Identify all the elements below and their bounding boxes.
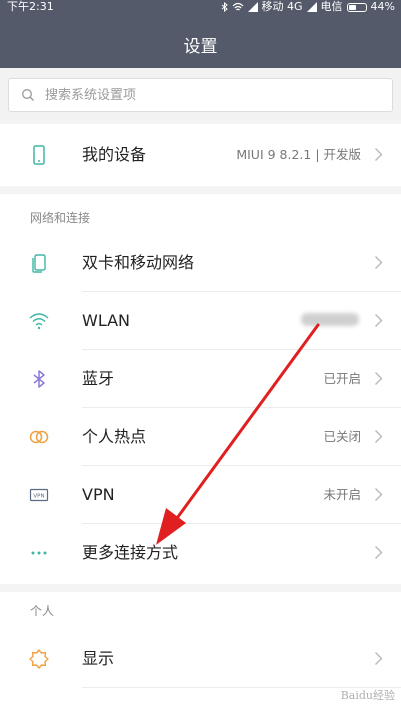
carrier1-label: 移动 4G — [261, 0, 303, 13]
bluetooth-icon — [33, 370, 45, 388]
section-title-network: 网络和连接 — [30, 211, 91, 225]
app-header: 下午2:31 移动 4G 电信 44% 设置 — [0, 0, 401, 68]
row-more-connections[interactable]: 更多连接方式 — [0, 524, 401, 581]
vpn-icon: VPN — [29, 488, 49, 502]
sim-card-icon — [32, 254, 46, 273]
carrier2-label: 电信 — [320, 0, 343, 13]
chevron-right-icon — [375, 430, 383, 443]
wifi-status-icon — [232, 2, 243, 11]
row-bluetooth[interactable]: 蓝牙 已开启 — [0, 350, 401, 407]
row-label: 蓝牙 — [82, 369, 115, 388]
chevron-right-icon — [375, 256, 383, 269]
row-label: 显示 — [82, 649, 115, 668]
blurred-network-name — [301, 313, 359, 326]
row-label: 更多连接方式 — [82, 543, 179, 562]
battery-percent: 44% — [370, 0, 395, 13]
chevron-right-icon — [375, 546, 383, 559]
hotspot-icon — [29, 430, 49, 444]
chevron-right-icon — [375, 652, 383, 665]
row-label: WLAN — [82, 311, 131, 330]
row-value: MIUI 9 8.2.1 | 开发版 — [236, 147, 361, 162]
battery-icon — [346, 2, 367, 12]
bluetooth-status-icon — [221, 2, 228, 12]
row-value: 未开启 — [323, 487, 361, 502]
signal-icon — [247, 2, 258, 12]
phone-icon — [33, 145, 45, 165]
more-dots-icon — [31, 551, 47, 555]
section-title-personal: 个人 — [30, 604, 55, 618]
watermark: Baidu经验 — [340, 689, 395, 702]
search-area — [0, 68, 401, 120]
signal-icon-2 — [306, 2, 317, 12]
chevron-right-icon — [375, 372, 383, 385]
svg-text:VPN: VPN — [33, 493, 44, 499]
wifi-icon — [29, 313, 49, 330]
device-card: 我的设备 MIUI 9 8.2.1 | 开发版 — [0, 124, 401, 186]
row-value: 已开启 — [323, 371, 361, 386]
row-label: 个人热点 — [82, 427, 147, 446]
chevron-right-icon — [375, 314, 383, 327]
status-icons: 移动 4G 电信 44% — [221, 0, 395, 14]
search-box[interactable] — [8, 78, 393, 112]
row-hotspot[interactable]: 个人热点 已关闭 — [0, 408, 401, 465]
chevron-right-icon — [375, 488, 383, 501]
row-vpn[interactable]: VPN VPN 未开启 — [0, 466, 401, 523]
search-input[interactable] — [43, 86, 347, 104]
search-icon — [22, 89, 34, 101]
chevron-right-icon — [375, 148, 383, 161]
row-label: VPN — [82, 485, 115, 504]
row-label: 我的设备 — [82, 145, 147, 164]
status-time: 下午2:31 — [7, 0, 54, 13]
row-dual-sim[interactable]: 双卡和移动网络 — [0, 234, 401, 291]
status-bar: 下午2:31 移动 4G 电信 44% — [0, 0, 401, 14]
row-display[interactable]: 显示 — [0, 630, 401, 687]
page-title: 设置 — [183, 37, 218, 57]
row-my-device[interactable]: 我的设备 MIUI 9 8.2.1 | 开发版 — [0, 126, 401, 183]
row-label: 双卡和移动网络 — [82, 253, 195, 272]
network-card: 网络和连接 双卡和移动网络 WLAN 蓝牙 已开启 个人热点 已关闭 VPN V… — [0, 194, 401, 584]
row-wlan[interactable]: WLAN — [0, 292, 401, 349]
row-value: 已关闭 — [323, 429, 361, 444]
display-sun-icon — [29, 649, 49, 669]
